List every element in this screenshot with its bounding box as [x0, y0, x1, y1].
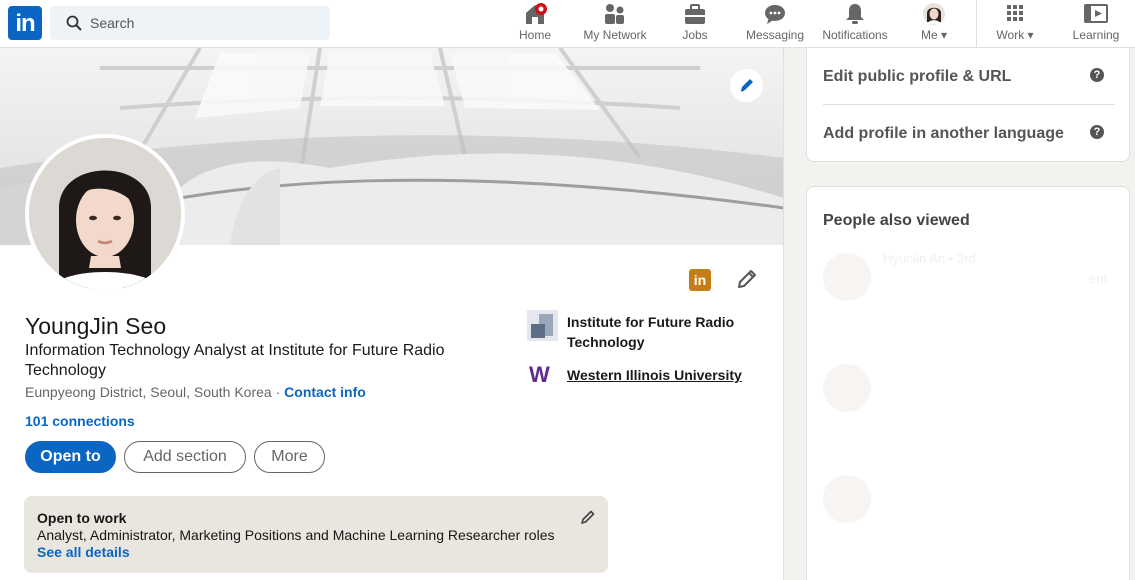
suggested-person-fragment: ent [1089, 271, 1108, 286]
profile-name: YoungJin Seo [25, 313, 167, 339]
contact-info-link[interactable]: Contact info [284, 384, 366, 400]
messaging-icon [765, 5, 785, 24]
nav-messaging-label: Messaging [745, 28, 805, 42]
profile-photo-image [29, 138, 181, 290]
suggested-person-name: Hyunlin An • 3rd [883, 251, 976, 266]
nav-notifications-label: Notifications [822, 28, 888, 42]
help-icon[interactable]: ? [1090, 68, 1104, 82]
institute-logo-icon [527, 310, 558, 341]
profile-settings-card: Edit public profile & URL ? Add profile … [806, 48, 1130, 162]
add-section-button[interactable]: Add section [124, 441, 246, 473]
nav-divider [976, 0, 977, 48]
open-to-button[interactable]: Open to [25, 441, 116, 473]
nav-notifications[interactable]: Notifications [816, 0, 894, 48]
education-name: Western Illinois University [567, 367, 742, 383]
linkedin-logo-icon[interactable]: in [8, 6, 42, 40]
people-also-viewed-title: People also viewed [823, 212, 970, 229]
suggested-person-avatar[interactable] [823, 253, 871, 301]
edit-open-to-work-pencil-icon[interactable] [580, 509, 596, 525]
nav-messaging[interactable]: Messaging [740, 0, 810, 48]
nav-me-label: Me ▾ [920, 28, 948, 42]
location-text: Eunpyeong District, Seoul, South Korea · [25, 384, 285, 400]
edit-intro-pencil-icon[interactable] [736, 268, 758, 290]
experience-name: Institute for Future Radio Technology [567, 314, 735, 350]
chevron-down-icon: ▾ [1027, 28, 1034, 42]
nav-learning[interactable]: Learning [1066, 0, 1126, 48]
wiu-logo-icon: W [529, 362, 550, 387]
top-navigation: in Home My Network Jobs Messaging Notifi… [0, 0, 1135, 48]
suggested-person-avatar[interactable] [823, 364, 871, 412]
nav-jobs-label: Jobs [682, 28, 708, 42]
chevron-down-icon: ▾ [940, 28, 948, 42]
nav-jobs[interactable]: Jobs [672, 0, 718, 48]
search-input[interactable] [90, 6, 320, 40]
nav-me[interactable]: Me ▾ [912, 0, 956, 48]
network-icon [605, 4, 624, 24]
pencil-icon [740, 79, 753, 92]
edit-public-profile-link[interactable]: Edit public profile & URL [823, 68, 1011, 86]
linkedin-premium-badge-icon[interactable]: in [689, 269, 711, 291]
bell-icon [846, 4, 864, 24]
avatar [29, 138, 181, 290]
divider [823, 104, 1115, 105]
help-icon[interactable]: ? [1090, 125, 1104, 139]
open-to-work-description: Analyst, Administrator, Marketing Positi… [37, 527, 555, 543]
avatar-icon [923, 3, 945, 25]
people-also-viewed-card: People also viewed Hyunlin An • 3rd ent [806, 186, 1130, 580]
connections-link[interactable]: 101 connections [25, 413, 135, 429]
see-all-details-link[interactable]: See all details [37, 544, 130, 560]
learning-icon [1084, 4, 1108, 23]
search-icon [66, 15, 82, 31]
nav-home[interactable]: Home [506, 0, 564, 48]
edit-banner-button[interactable] [730, 69, 763, 102]
search-box[interactable] [50, 6, 330, 40]
open-to-work-card[interactable]: Open to work Analyst, Administrator, Mar… [24, 496, 608, 573]
nav-work-label: Work ▾ [996, 28, 1034, 42]
suggested-person-avatar[interactable] [823, 475, 871, 523]
grid-icon [1007, 5, 1023, 21]
profile-card: in YoungJin Seo Information Technology A… [0, 48, 784, 580]
nav-my-network[interactable]: My Network [576, 0, 654, 48]
nav-home-label: Home [518, 28, 551, 42]
profile-headline: Information Technology Analyst at Instit… [25, 342, 445, 379]
profile-photo[interactable] [25, 134, 185, 294]
nav-learning-label: Learning [1072, 28, 1120, 42]
nav-my-network-label: My Network [583, 28, 647, 42]
add-profile-language-link[interactable]: Add profile in another language [823, 125, 1064, 143]
home-icon [526, 3, 547, 24]
nav-work[interactable]: Work ▾ [992, 0, 1038, 48]
open-to-work-title: Open to work [37, 510, 127, 526]
profile-location: Eunpyeong District, Seoul, South Korea ·… [25, 384, 366, 400]
more-button[interactable]: More [254, 441, 325, 473]
briefcase-icon [685, 4, 705, 24]
